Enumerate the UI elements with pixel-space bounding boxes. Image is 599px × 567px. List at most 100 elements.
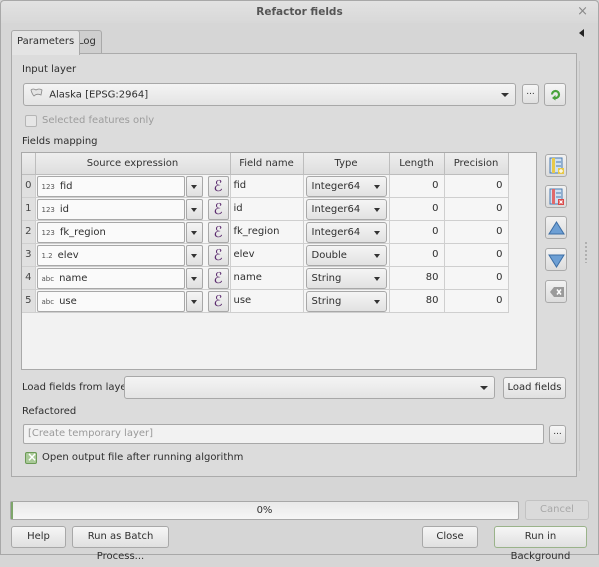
table-row[interactable]: 3 1.2 elev ℰelev Double 0 0	[22, 243, 509, 267]
precision-cell[interactable]: 0	[444, 266, 509, 290]
refactor-fields-dialog: Refactor fields × Parameters Log Input l…	[0, 0, 599, 562]
expression-builder-button[interactable]: ℰ	[207, 244, 229, 266]
expression-builder-button[interactable]: ℰ	[207, 175, 229, 197]
tab-parameters[interactable]: Parameters	[11, 30, 81, 55]
source-expression-value: id	[59, 203, 70, 215]
length-cell[interactable]: 0	[389, 197, 445, 221]
field-type-value: Integer64	[311, 180, 361, 192]
refactored-browse-button[interactable]: ...	[549, 425, 566, 444]
move-up-button[interactable]	[545, 216, 567, 239]
precision-cell[interactable]: 0	[444, 289, 509, 313]
precision-cell[interactable]: 0	[444, 243, 509, 267]
column-header-precision[interactable]: Precision	[444, 153, 509, 175]
precision-cell[interactable]: 0	[444, 197, 509, 221]
refactored-label: Refactored	[22, 406, 77, 417]
length-cell[interactable]: 80	[389, 289, 445, 313]
run-in-background-button[interactable]: Run in Background	[494, 526, 587, 562]
expression-builder-button[interactable]: ℰ	[207, 290, 229, 312]
help-button[interactable]: Help	[11, 526, 66, 548]
length-cell[interactable]: 0	[389, 243, 445, 267]
precision-cell[interactable]: 0	[444, 220, 509, 244]
row-number[interactable]: 0	[22, 174, 36, 198]
table-row[interactable]: 1 123 id ℰid Integer64 0 0	[22, 197, 509, 221]
chevron-down-icon[interactable]	[185, 221, 203, 243]
input-layer-browse-button[interactable]: ...	[522, 84, 539, 104]
load-fields-layer-combo[interactable]	[124, 376, 495, 399]
length-cell[interactable]: 0	[389, 220, 445, 244]
input-layer-combo[interactable]: Alaska [EPSG:2964]	[23, 83, 516, 106]
chevron-down-icon[interactable]	[185, 267, 203, 289]
refactored-output-field[interactable]: [Create temporary layer]	[23, 424, 544, 444]
field-type-combo[interactable]: Integer64	[305, 221, 387, 243]
table-row[interactable]: 2 123 fk_region ℰfk_region Integer64 0 0	[22, 220, 509, 244]
row-number[interactable]: 1	[22, 197, 36, 221]
source-expression-value: elev	[57, 249, 79, 261]
table-row[interactable]: 4 abc name ℰname String 80 0	[22, 266, 509, 290]
table-row[interactable]: 0 123 fid ℰfid Integer64 0 0	[22, 174, 509, 198]
source-expression-combo[interactable]: 123 fk_region	[36, 221, 185, 243]
row-number[interactable]: 3	[22, 243, 36, 267]
chevron-down-icon[interactable]	[185, 244, 203, 266]
move-down-button[interactable]	[545, 248, 567, 271]
type-cell: Integer64	[303, 174, 390, 198]
precision-cell[interactable]: 0	[444, 174, 509, 198]
window-title: Refactor fields	[256, 6, 343, 18]
source-expression-cell: abc name ℰ	[35, 266, 231, 290]
delete-field-button[interactable]	[545, 185, 567, 208]
move-down-icon	[548, 254, 565, 271]
field-name-cell[interactable]: use	[230, 289, 304, 313]
reset-icon	[549, 286, 565, 301]
splitter-handle[interactable]	[585, 241, 587, 263]
expression-builder-button[interactable]: ℰ	[207, 267, 229, 289]
length-cell[interactable]: 80	[389, 266, 445, 290]
field-name-cell[interactable]: id	[230, 197, 304, 221]
close-icon[interactable]: ×	[577, 4, 588, 19]
polygon-layer-icon	[30, 84, 43, 105]
field-name-cell[interactable]: elev	[230, 243, 304, 267]
source-expression-combo[interactable]: abc use	[36, 290, 185, 312]
open-output-label: Open output file after running algorithm	[42, 452, 244, 463]
collapse-panel-icon[interactable]	[579, 29, 584, 37]
progress-bar: 0%	[10, 501, 519, 520]
source-expression-combo[interactable]: 1.2 elev	[36, 244, 185, 266]
chevron-down-icon[interactable]	[185, 198, 203, 220]
field-type-combo[interactable]: Double	[305, 244, 387, 266]
row-number[interactable]: 4	[22, 266, 36, 290]
source-expression-combo[interactable]: 123 fid	[36, 175, 185, 197]
chevron-down-icon[interactable]	[185, 290, 203, 312]
column-header-type[interactable]: Type	[303, 153, 390, 175]
delete-field-icon	[549, 188, 565, 209]
row-number[interactable]: 5	[22, 289, 36, 313]
source-expression-cell: 1.2 elev ℰ	[35, 243, 231, 267]
expression-builder-button[interactable]: ℰ	[207, 221, 229, 243]
type-cell: Integer64	[303, 220, 390, 244]
field-type-combo[interactable]: String	[305, 290, 387, 312]
selected-features-checkbox[interactable]	[25, 115, 37, 127]
field-name-cell[interactable]: fk_region	[230, 220, 304, 244]
column-header-field-name[interactable]: Field name	[230, 153, 304, 175]
column-header-length[interactable]: Length	[389, 153, 445, 175]
table-row[interactable]: 5 abc use ℰuse String 80 0	[22, 289, 509, 313]
splitter-divider	[579, 61, 580, 471]
field-name-cell[interactable]: fid	[230, 174, 304, 198]
chevron-down-icon[interactable]	[185, 175, 203, 197]
column-header-source-expression[interactable]: Source expression	[35, 153, 231, 175]
cancel-button[interactable]: Cancel	[525, 500, 589, 520]
iterate-button[interactable]	[544, 83, 566, 106]
field-type-combo[interactable]: Integer64	[305, 198, 387, 220]
length-cell[interactable]: 0	[389, 174, 445, 198]
open-output-checkbox[interactable]	[25, 450, 37, 464]
close-button[interactable]: Close	[422, 526, 478, 548]
expression-builder-button[interactable]: ℰ	[207, 198, 229, 220]
field-type-combo[interactable]: String	[305, 267, 387, 289]
run-as-batch-button[interactable]: Run as Batch Process...	[72, 526, 169, 562]
source-expression-combo[interactable]: 123 id	[36, 198, 185, 220]
field-name-cell[interactable]: name	[230, 266, 304, 290]
source-expression-combo[interactable]: abc name	[36, 267, 185, 289]
add-field-button[interactable]	[545, 154, 567, 177]
reset-fields-button[interactable]	[545, 280, 567, 303]
field-type-combo[interactable]: Integer64	[305, 175, 387, 197]
type-cell: String	[303, 289, 390, 313]
load-fields-button[interactable]: Load fields	[503, 377, 566, 399]
row-number[interactable]: 2	[22, 220, 36, 244]
